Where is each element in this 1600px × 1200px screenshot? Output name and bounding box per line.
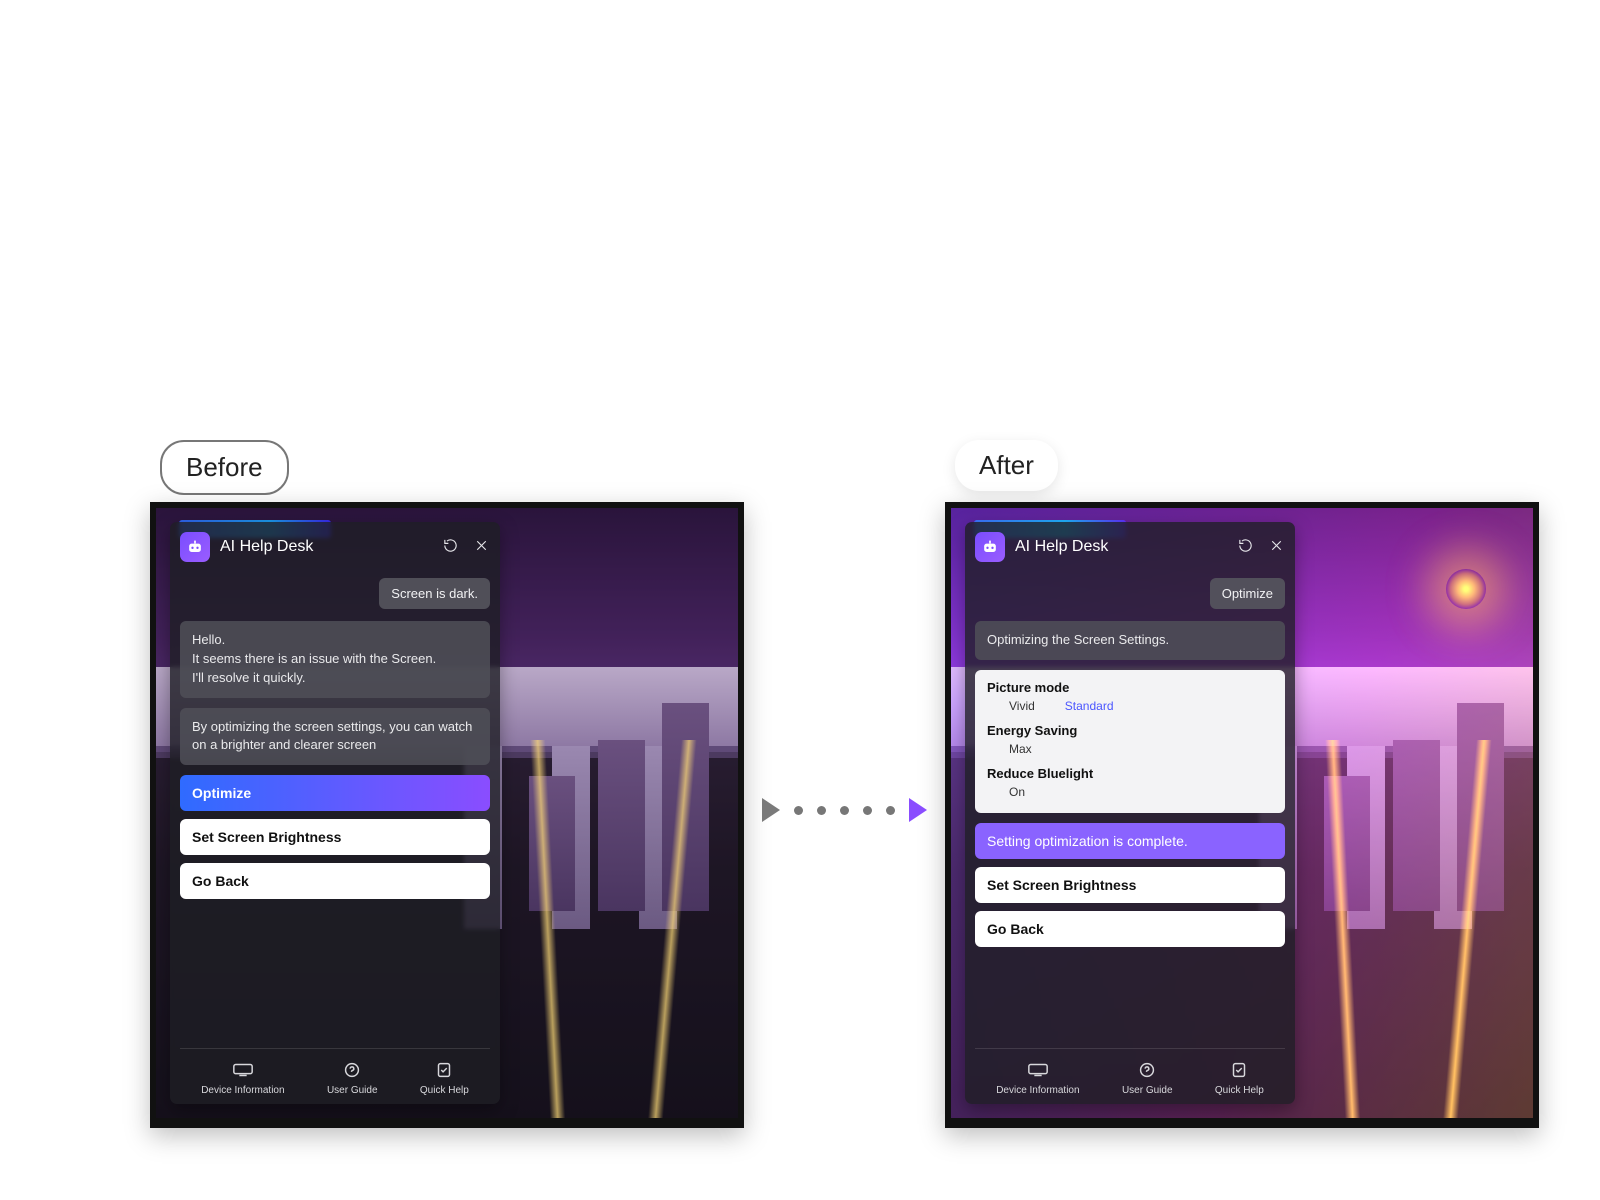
- settings-row-values: Vivid Standard: [987, 699, 1273, 713]
- refresh-icon[interactable]: [442, 537, 459, 557]
- settings-value: Max: [1009, 742, 1032, 756]
- set-brightness-button[interactable]: Set Screen Brightness: [975, 867, 1285, 903]
- checklist-icon: [1228, 1061, 1250, 1079]
- quick-help-button[interactable]: Quick Help: [1215, 1061, 1264, 1096]
- transition-arrow: [762, 798, 927, 822]
- ai-help-desk-panel: AI Help Desk Optimize Optimizing the Scr…: [965, 522, 1295, 1104]
- go-back-button[interactable]: Go Back: [975, 911, 1285, 947]
- close-icon[interactable]: [1268, 537, 1285, 557]
- footer-label: Device Information: [201, 1085, 284, 1096]
- system-message-bubble: Optimizing the Screen Settings.: [975, 621, 1285, 660]
- device-information-button[interactable]: Device Information: [201, 1061, 284, 1096]
- footer-label: Device Information: [996, 1085, 1079, 1096]
- user-message-bubble: Optimize: [1210, 578, 1285, 609]
- before-badge: Before: [160, 440, 289, 495]
- footer-label: User Guide: [1122, 1085, 1173, 1096]
- settings-row-values: On: [987, 785, 1273, 799]
- ai-bot-icon: [975, 532, 1005, 562]
- settings-row-label: Energy Saving: [987, 723, 1273, 738]
- settings-summary-card: Picture mode Vivid Standard Energy Saving Ma…: [975, 670, 1285, 813]
- user-message-bubble: Screen is dark.: [379, 578, 490, 609]
- quick-help-button[interactable]: Quick Help: [420, 1061, 469, 1096]
- settings-value: Vivid: [1009, 699, 1035, 713]
- settings-value: Standard: [1065, 699, 1114, 713]
- ai-help-desk-panel: AI Help Desk Screen is dark. Hello. It s…: [170, 522, 500, 1104]
- arrow-right-icon: [909, 798, 927, 822]
- user-guide-button[interactable]: User Guide: [1122, 1061, 1173, 1096]
- status-message: Setting optimization is complete.: [975, 823, 1285, 859]
- settings-row-label: Reduce Bluelight: [987, 766, 1273, 781]
- system-message-bubble: Hello. It seems there is an issue with t…: [180, 621, 490, 698]
- panel-title: AI Help Desk: [220, 538, 432, 556]
- question-icon: [341, 1061, 363, 1079]
- panel-title: AI Help Desk: [1015, 538, 1227, 556]
- settings-row-values: Max: [987, 742, 1273, 756]
- settings-value: On: [1009, 785, 1025, 799]
- tv-before: AI Help Desk Screen is dark. Hello. It s…: [150, 502, 744, 1128]
- set-brightness-button[interactable]: Set Screen Brightness: [180, 819, 490, 855]
- system-message-bubble: By optimizing the screen settings, you c…: [180, 708, 490, 766]
- settings-row-label: Picture mode: [987, 680, 1273, 695]
- device-icon: [232, 1061, 254, 1079]
- footer-label: Quick Help: [420, 1085, 469, 1096]
- footer-label: User Guide: [327, 1085, 378, 1096]
- device-icon: [1027, 1061, 1049, 1079]
- panel-footer: Device Information User Guide Quick Help: [180, 1048, 490, 1096]
- optimize-button[interactable]: Optimize: [180, 775, 490, 811]
- close-icon[interactable]: [473, 537, 490, 557]
- after-badge: After: [955, 440, 1058, 491]
- question-icon: [1136, 1061, 1158, 1079]
- footer-label: Quick Help: [1215, 1085, 1264, 1096]
- user-guide-button[interactable]: User Guide: [327, 1061, 378, 1096]
- arrow-right-icon: [762, 798, 780, 822]
- settings-row: Energy Saving Max: [987, 723, 1273, 756]
- ai-bot-icon: [180, 532, 210, 562]
- settings-row: Reduce Bluelight On: [987, 766, 1273, 799]
- settings-row: Picture mode Vivid Standard: [987, 680, 1273, 713]
- refresh-icon[interactable]: [1237, 537, 1254, 557]
- go-back-button[interactable]: Go Back: [180, 863, 490, 899]
- device-information-button[interactable]: Device Information: [996, 1061, 1079, 1096]
- tv-after: AI Help Desk Optimize Optimizing the Scr…: [945, 502, 1539, 1128]
- panel-footer: Device Information User Guide Quick Help: [975, 1048, 1285, 1096]
- checklist-icon: [433, 1061, 455, 1079]
